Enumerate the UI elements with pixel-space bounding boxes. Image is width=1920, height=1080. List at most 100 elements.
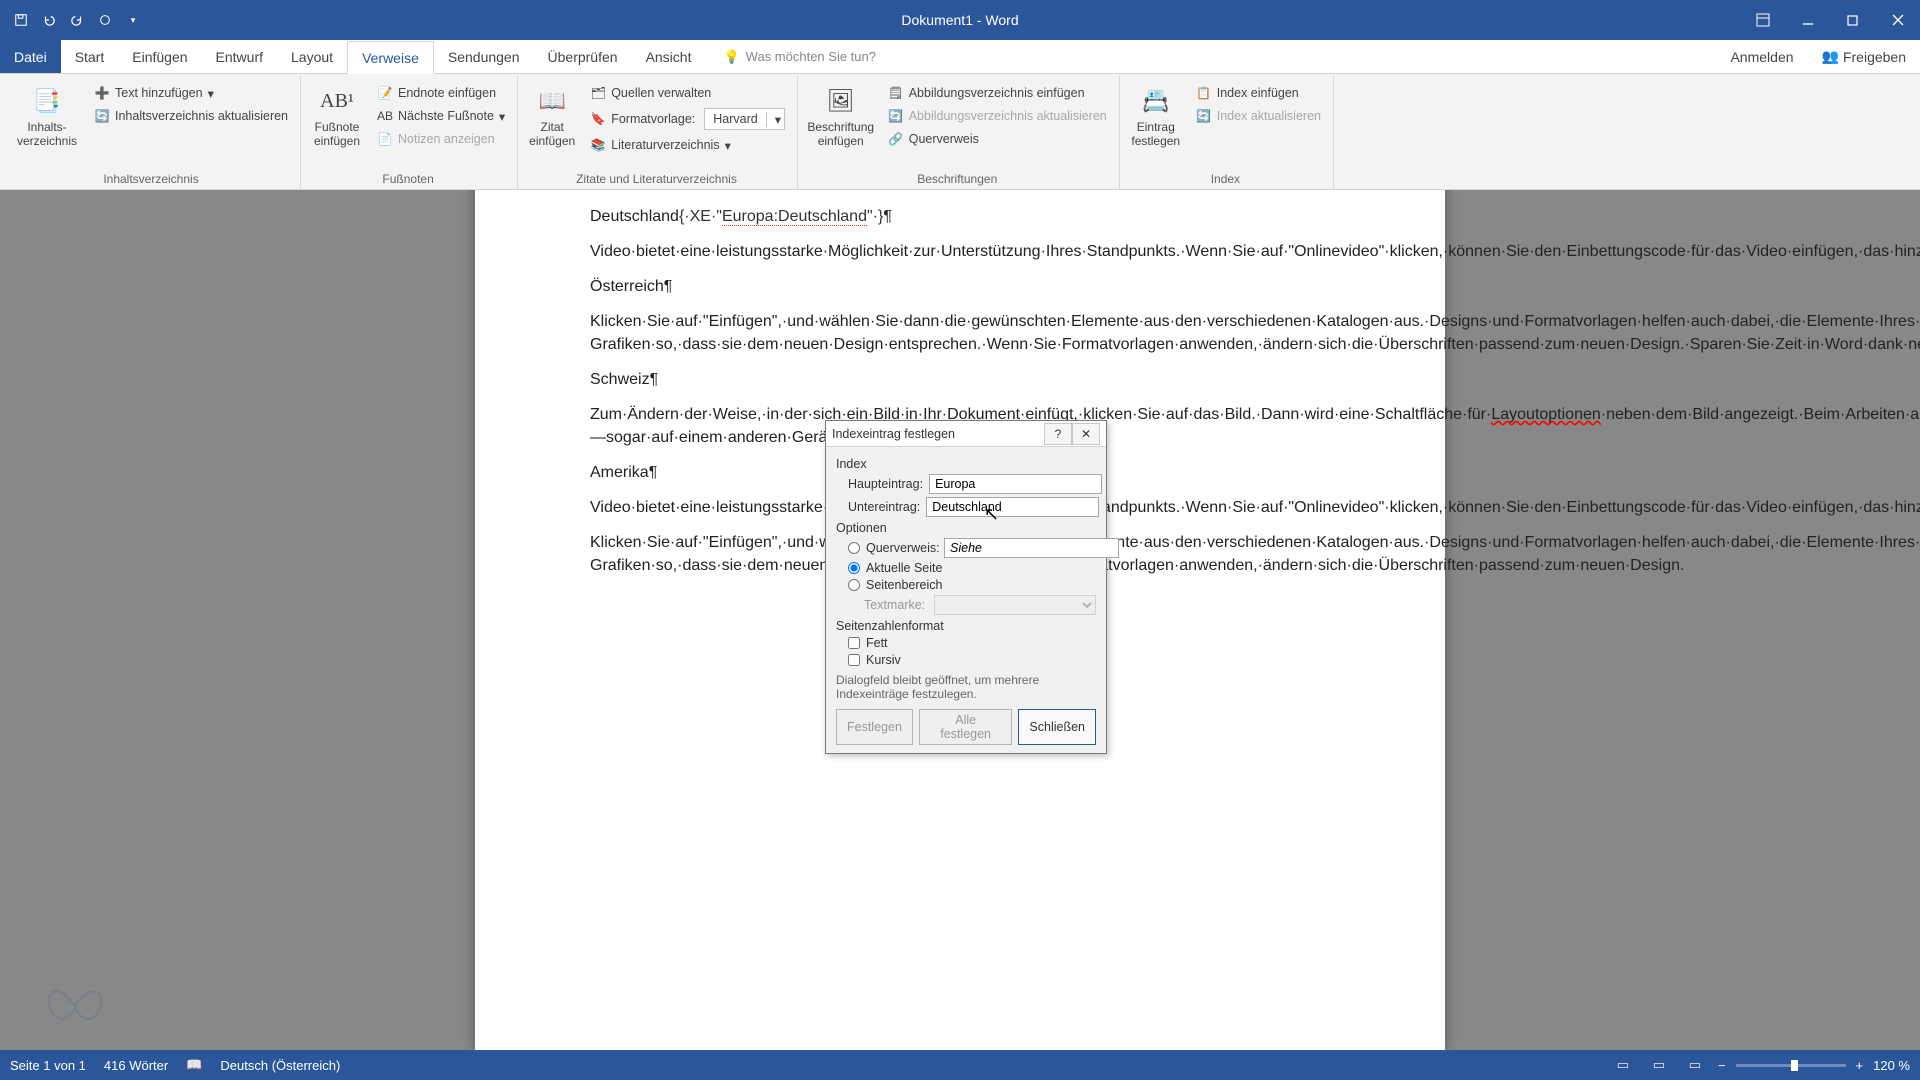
dialog-titlebar[interactable]: Indexeintrag festlegen ? ✕ (826, 421, 1106, 447)
ribbon-tabs: Datei Start Einfügen Entwurf Layout Verw… (0, 40, 1920, 74)
style-combo[interactable]: 🔖Formatvorlage: Harvard▾ (584, 105, 791, 133)
crossref-icon: 🔗 (888, 131, 904, 147)
bookmark-label: Textmarke: (864, 598, 928, 612)
zoom-slider[interactable] (1736, 1064, 1846, 1067)
para-1: Video·bietet·eine·leistungsstarke·Möglic… (590, 240, 1330, 263)
add-text-button[interactable]: ➕Text hinzufügen ▾ (88, 82, 294, 104)
group-captions: 🖼Beschriftung einfügen 🗒Abbildungsverzei… (798, 76, 1120, 189)
undo-icon[interactable] (36, 7, 62, 33)
bookmark-select (934, 595, 1096, 615)
toc-button[interactable]: 📑Inhalts- verzeichnis (8, 80, 86, 148)
section-index: Index (836, 457, 1096, 471)
crossref-input[interactable] (944, 538, 1119, 558)
view-read-icon[interactable]: ▭ (1610, 1055, 1636, 1075)
tab-layout[interactable]: Layout (277, 40, 347, 73)
tab-review[interactable]: Überprüfen (534, 40, 632, 73)
italic-label: Kursiv (866, 653, 901, 667)
section-options: Optionen (836, 521, 1096, 535)
tab-insert[interactable]: Einfügen (118, 40, 201, 73)
heading-2: Österreich (590, 275, 1330, 298)
next-footnote-icon: AB (377, 108, 393, 124)
zoom-out-icon[interactable]: − (1718, 1058, 1726, 1073)
show-notes-button[interactable]: 📄Notizen anzeigen (371, 128, 511, 150)
page-range-label: Seitenbereich (866, 578, 942, 592)
tell-me-search[interactable]: 💡 Was möchten Sie tun? (705, 40, 876, 73)
status-words[interactable]: 416 Wörter (104, 1058, 168, 1073)
zoom-level[interactable]: 120 % (1873, 1058, 1910, 1073)
insert-index-button[interactable]: 📋Index einfügen (1190, 82, 1327, 104)
update-figures-icon: 🔄 (888, 108, 904, 124)
sub-entry-input[interactable] (926, 497, 1099, 517)
insert-figures-button[interactable]: 🗒Abbildungsverzeichnis einfügen (882, 82, 1113, 104)
status-spellcheck-icon[interactable]: 📖 (186, 1057, 202, 1073)
para-2: Klicken·Sie·auf·"Einfügen",·und·wählen·S… (590, 310, 1330, 356)
close-icon[interactable] (1875, 5, 1920, 35)
mark-entry-icon: 📇 (1139, 84, 1173, 118)
add-text-icon: ➕ (94, 85, 110, 101)
group-index: 📇Eintrag festlegen 📋Index einfügen 🔄Inde… (1120, 76, 1334, 189)
insert-citation-button[interactable]: 📖Zitat einfügen (522, 80, 582, 156)
update-figures-button[interactable]: 🔄Abbildungsverzeichnis aktualisieren (882, 105, 1113, 127)
toc-icon: 📑 (30, 84, 64, 118)
insert-endnote-button[interactable]: 📝Endnote einfügen (371, 82, 511, 104)
ribbon-options-icon[interactable] (1740, 5, 1785, 35)
update-toc-button[interactable]: 🔄Inhaltsverzeichnis aktualisieren (88, 105, 294, 127)
cross-ref-button[interactable]: 🔗Querverweis (882, 128, 1113, 150)
statusbar: Seite 1 von 1 416 Wörter 📖 Deutsch (Öste… (0, 1050, 1920, 1080)
checkbox-italic[interactable] (848, 654, 860, 666)
tab-file[interactable]: Datei (0, 40, 61, 73)
titlebar: ▾ Dokument1 - Word (0, 0, 1920, 40)
style-icon: 🔖 (590, 111, 606, 127)
view-print-icon[interactable]: ▭ (1646, 1055, 1672, 1075)
figures-icon: 🗒 (888, 85, 904, 101)
save-icon[interactable] (8, 7, 34, 33)
bold-label: Fett (866, 636, 888, 650)
bibliography-button[interactable]: 📚Literaturverzeichnis ▾ (584, 134, 791, 156)
show-notes-icon: 📄 (377, 131, 393, 147)
update-index-button[interactable]: 🔄Index aktualisieren (1190, 105, 1327, 127)
status-language[interactable]: Deutsch (Österreich) (220, 1058, 340, 1073)
radio-page-range[interactable] (848, 579, 860, 591)
zoom-in-icon[interactable]: + (1856, 1058, 1864, 1073)
radio-crossref[interactable] (848, 542, 860, 554)
lightbulb-icon: 💡 (723, 49, 739, 65)
dialog-mark-index-entry: Indexeintrag festlegen ? ✕ Index Hauptei… (825, 420, 1107, 754)
mark-button[interactable]: Festlegen (836, 709, 913, 745)
mark-entry-button[interactable]: 📇Eintrag festlegen (1124, 80, 1188, 148)
status-page[interactable]: Seite 1 von 1 (10, 1058, 86, 1073)
radio-current-page[interactable] (848, 562, 860, 574)
dialog-help-icon[interactable]: ? (1044, 423, 1072, 445)
group-toc: 📑Inhalts- verzeichnis ➕Text hinzufügen ▾… (4, 76, 301, 189)
close-button[interactable]: Schließen (1018, 709, 1096, 745)
qat-customize-icon[interactable]: ▾ (120, 7, 146, 33)
current-page-label: Aktuelle Seite (866, 561, 942, 575)
insert-caption-button[interactable]: 🖼Beschriftung einfügen (802, 80, 880, 150)
touchmode-icon[interactable] (92, 7, 118, 33)
dialog-close-icon[interactable]: ✕ (1072, 423, 1100, 445)
section-format: Seitenzahlenformat (836, 619, 1096, 633)
next-footnote-button[interactable]: ABNächste Fußnote ▾ (371, 105, 511, 127)
update-index-icon: 🔄 (1196, 108, 1212, 124)
signin-link[interactable]: Anmelden (1716, 40, 1807, 73)
view-web-icon[interactable]: ▭ (1682, 1055, 1708, 1075)
manage-sources-button[interactable]: 🗂Quellen verwalten (584, 82, 791, 104)
sub-entry-label: Untereintrag: (848, 500, 920, 514)
minimize-icon[interactable] (1785, 5, 1830, 35)
group-footnotes: AB¹Fußnote einfügen 📝Endnote einfügen AB… (301, 76, 518, 189)
redo-icon[interactable] (64, 7, 90, 33)
dialog-title: Indexeintrag festlegen (832, 427, 955, 441)
share-button[interactable]: 👥Freigeben (1808, 40, 1920, 73)
checkbox-bold[interactable] (848, 637, 860, 649)
insert-footnote-button[interactable]: AB¹Fußnote einfügen (305, 80, 369, 150)
main-entry-input[interactable] (929, 474, 1102, 494)
mark-all-button[interactable]: Alle festlegen (919, 709, 1013, 745)
tab-draft[interactable]: Entwurf (202, 40, 277, 73)
tab-view[interactable]: Ansicht (632, 40, 706, 73)
tab-mailings[interactable]: Sendungen (434, 40, 534, 73)
maximize-icon[interactable] (1830, 5, 1875, 35)
footnote-icon: AB¹ (320, 84, 354, 118)
ribbon: 📑Inhalts- verzeichnis ➕Text hinzufügen ▾… (0, 74, 1920, 190)
tab-start[interactable]: Start (61, 40, 119, 73)
line-xe: Deutschland{·XE·"Europa:Deutschland"·} (590, 205, 1330, 228)
tab-references[interactable]: Verweise (347, 41, 434, 74)
